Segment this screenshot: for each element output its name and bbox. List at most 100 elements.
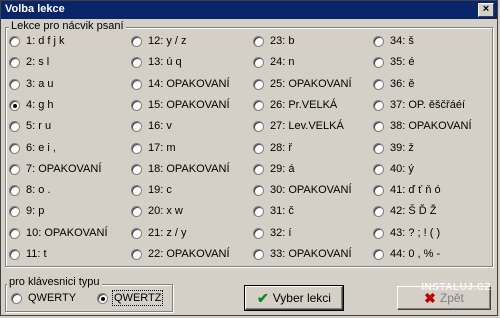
radio-circle[interactable] [131,227,142,239]
lesson-option[interactable]: 13: ú q [131,54,182,70]
lesson-label: 14: OPAKOVANÍ [148,78,230,90]
radio-qwerty[interactable]: QWERTY [11,290,76,306]
radio-circle[interactable] [373,227,384,239]
title-bar[interactable]: Volba lekce × [1,1,497,19]
radio-circle[interactable] [373,78,384,90]
radio-circle[interactable] [253,184,264,196]
lesson-option[interactable]: 34: š [373,33,414,49]
lesson-option[interactable]: 21: z / y [131,225,187,241]
lesson-option[interactable]: 43: ? ; ! ( ) [373,225,440,241]
lesson-option[interactable]: 31: č [253,203,294,219]
radio-circle[interactable] [253,78,264,90]
radio-circle[interactable] [253,99,264,111]
lesson-option[interactable]: 40: ý [373,161,414,177]
lesson-option[interactable]: 11: t [9,246,47,262]
radio-circle[interactable] [373,99,384,111]
lesson-option[interactable]: 28: ř [253,140,292,156]
lesson-option[interactable]: 16: v [131,118,172,134]
radio-circle[interactable] [373,35,384,47]
radio-circle[interactable] [253,120,264,132]
lesson-option[interactable]: 27: Lev.VELKÁ [253,118,344,134]
radio-circle[interactable] [131,184,142,196]
radio-circle[interactable] [9,120,20,132]
radio-circle[interactable] [253,163,264,175]
radio-circle[interactable] [9,227,20,239]
radio-circle[interactable] [131,120,142,132]
lesson-option[interactable]: 22: OPAKOVANÍ [131,246,230,262]
lesson-option[interactable]: 35: é [373,54,414,70]
lesson-option[interactable]: 41: ď ť ň ó [373,182,441,198]
radio-circle[interactable] [253,56,264,68]
lesson-option[interactable]: 4: g h [9,97,54,113]
close-button[interactable]: × [478,3,494,17]
radio-circle[interactable] [253,35,264,47]
radio-circle[interactable] [9,56,20,68]
radio-circle[interactable] [131,142,142,154]
lesson-option[interactable]: 30: OPAKOVANÍ [253,182,352,198]
lesson-option[interactable]: 18: OPAKOVANÍ [131,161,230,177]
lesson-option[interactable]: 1: d f j k [9,33,65,49]
radio-circle[interactable] [131,163,142,175]
lesson-option[interactable]: 3: a u [9,76,54,92]
lesson-option[interactable]: 5: r u [9,118,51,134]
radio-circle[interactable] [9,35,20,47]
radio-circle[interactable] [373,205,384,217]
lesson-option[interactable]: 39: ž [373,140,414,156]
lesson-option[interactable]: 19: c [131,182,172,198]
lesson-option[interactable]: 29: á [253,161,294,177]
lesson-option[interactable]: 6: e i , [9,140,56,156]
lesson-option[interactable]: 15: OPAKOVANÍ [131,97,230,113]
radio-circle[interactable] [9,205,20,217]
lesson-option[interactable]: 36: ě [373,76,414,92]
radio-circle[interactable] [253,205,264,217]
lesson-option[interactable]: 33: OPAKOVANÍ [253,246,352,262]
lesson-option[interactable]: 44: 0 , % - [373,246,440,262]
radio-circle[interactable] [131,78,142,90]
lesson-option[interactable]: 7: OPAKOVANÍ [9,161,101,177]
radio-circle[interactable] [131,56,142,68]
radio-circle[interactable] [373,56,384,68]
radio-circle[interactable] [373,248,384,260]
lesson-label: 39: ž [390,142,414,154]
radio-qwertz[interactable]: QWERTZ [97,290,164,306]
radio-circle[interactable] [373,163,384,175]
radio-circle[interactable] [131,35,142,47]
radio-circle[interactable] [9,99,20,111]
lesson-option[interactable]: 32: í [253,225,291,241]
lesson-option[interactable]: 26: Pr.VELKÁ [253,97,337,113]
radio-circle[interactable] [373,120,384,132]
radio-circle[interactable] [9,142,20,154]
radio-circle[interactable] [253,142,264,154]
radio-circle[interactable] [97,292,108,304]
lesson-label: 33: OPAKOVANÍ [270,248,352,260]
lesson-option[interactable]: 12: y / z [131,33,187,49]
lesson-option[interactable]: 37: OP. ěščřáéí [373,97,465,113]
lesson-option[interactable]: 2: s l [9,54,49,70]
lesson-option[interactable]: 10: OPAKOVANÍ [9,225,108,241]
lesson-option[interactable]: 38: OPAKOVANÍ [373,118,472,134]
radio-circle[interactable] [9,248,20,260]
select-lesson-button[interactable]: ✔ Vyber lekci [244,285,344,311]
lesson-option[interactable]: 23: b [253,33,294,49]
radio-circle[interactable] [11,292,22,304]
lesson-option[interactable]: 25: OPAKOVANÍ [253,76,352,92]
lesson-option[interactable]: 14: OPAKOVANÍ [131,76,230,92]
lesson-option[interactable]: 24: n [253,54,294,70]
lesson-option[interactable]: 8: o . [9,182,50,198]
lesson-option[interactable]: 20: x w [131,203,183,219]
radio-circle[interactable] [131,99,142,111]
lesson-option[interactable]: 17: m [131,140,176,156]
radio-circle[interactable] [9,184,20,196]
lesson-label: 41: ď ť ň ó [390,184,441,196]
radio-circle[interactable] [131,205,142,217]
lesson-option[interactable]: 42: Š Ď Ž [373,203,436,219]
radio-circle[interactable] [373,184,384,196]
radio-circle[interactable] [253,248,264,260]
radio-circle[interactable] [9,163,20,175]
radio-circle[interactable] [253,227,264,239]
radio-circle[interactable] [9,78,20,90]
lesson-label: 7: OPAKOVANÍ [26,163,102,175]
radio-circle[interactable] [131,248,142,260]
lesson-option[interactable]: 9: p [9,203,44,219]
radio-circle[interactable] [373,142,384,154]
